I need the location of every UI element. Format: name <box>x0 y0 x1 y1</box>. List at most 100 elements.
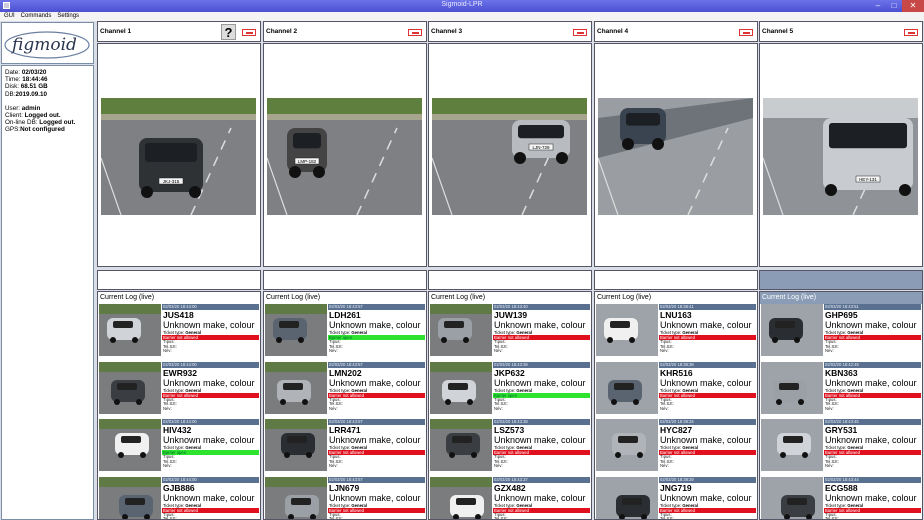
log-entry[interactable]: 02/03/20 18:38:34 HYC827 Unknown make, col… <box>596 419 756 474</box>
log-entry[interactable]: 02/03/20 18:44:00 GJB886 Unknown make, col… <box>99 476 259 519</box>
close-button[interactable]: ✕ <box>902 0 924 12</box>
entry-plate: GRY531 <box>825 425 858 435</box>
online-db-label: On-line DB: <box>5 119 38 127</box>
status-flag-icon <box>408 29 422 36</box>
log-entry[interactable]: 02/03/20 18:43:38 LSZ573 Unknown make, col… <box>430 419 590 474</box>
log-entry[interactable]: 02/03/20 18:43:39 JKP632 Unknown make, col… <box>430 361 590 417</box>
camera-view[interactable] <box>594 43 758 267</box>
vehicle-thumbnail <box>99 304 161 356</box>
entry-name-label: Név: <box>660 348 669 354</box>
channel-title: Channel 3 <box>431 28 463 35</box>
channel-header[interactable]: Channel 5 <box>759 21 923 42</box>
channel-status-bar[interactable] <box>263 270 427 290</box>
camera-view[interactable]: LJN-729 <box>428 43 592 267</box>
vehicle-thumbnail <box>596 476 658 519</box>
vehicle-thumbnail <box>596 361 658 414</box>
entry-name-label: Név: <box>163 348 172 354</box>
entry-name-label: Név: <box>660 463 669 469</box>
entry-plate: LNU163 <box>660 310 692 320</box>
entry-name-label: Név: <box>660 405 669 411</box>
log-entry[interactable]: 02/03/20 18:44:00 JUS418 Unknown make, col… <box>99 304 259 359</box>
entry-plate: GHP695 <box>825 310 858 320</box>
vehicle-thumbnail <box>99 476 161 519</box>
db-label: DB: <box>5 90 16 98</box>
log-entry[interactable]: 02/03/20 18:44:00 EWR932 Unknown make, col… <box>99 361 259 417</box>
log-entry[interactable]: 02/03/20 18:44:00 HIV432 Unknown make, col… <box>99 419 259 474</box>
camera-view[interactable]: JKJ-315 <box>97 43 261 267</box>
entry-plate: EWR932 <box>163 367 198 378</box>
channel-title: Channel 5 <box>762 28 794 35</box>
maximize-button[interactable]: □ <box>886 0 902 12</box>
vehicle-thumbnail <box>596 304 658 356</box>
entry-name-label: Név: <box>494 405 503 411</box>
log-entry[interactable]: 02/03/20 18:43:57 LRR471 Unknown make, col… <box>265 419 425 474</box>
help-icon[interactable]: ? <box>221 24 236 40</box>
client-value: Logged out. <box>24 112 61 120</box>
entry-name-label: Név: <box>825 405 834 411</box>
channel-header[interactable]: Channel 3 <box>428 21 592 42</box>
vehicle-thumbnail <box>99 361 161 414</box>
online-db-value: Logged out. <box>39 119 76 127</box>
vehicle-thumbnail <box>265 361 327 414</box>
menu-settings[interactable]: Settings <box>57 12 79 21</box>
channel-header[interactable]: Channel 1? <box>97 21 261 42</box>
minimize-button[interactable]: – <box>870 0 886 12</box>
entry-make: Unknown make, colour <box>329 435 421 445</box>
log-entry[interactable]: 02/03/20 18:38:29 JNG719 Unknown make, col… <box>596 476 756 519</box>
camera-image: HEY-131 <box>763 98 918 215</box>
log-entry[interactable]: 02/03/20 18:38:41 LNU163 Unknown make, col… <box>596 304 756 359</box>
sigmoid-logo: figmoid <box>1 22 94 64</box>
client-label: Client: <box>5 112 23 120</box>
log-entry[interactable]: 02/03/20 18:43:45 GRY531 Unknown make, col… <box>761 419 921 474</box>
channel-status-bar[interactable] <box>97 270 261 290</box>
vehicle-thumbnail <box>761 476 823 519</box>
entry-name-label: Név: <box>494 463 503 469</box>
vehicle-thumbnail <box>761 361 823 414</box>
channel-2: Channel 2 LMP-182 Current Log (live) 02/03/… <box>263 21 427 520</box>
channel-status-bar[interactable] <box>759 270 923 290</box>
log-entry[interactable]: 02/03/20 18:43:37 GZX482 Unknown make, col… <box>430 476 590 519</box>
channel-3: Channel 3 LJN-729 Current Log (live) 02/03/… <box>428 21 592 520</box>
log-entry[interactable]: 02/03/20 18:43:51 GHP695 Unknown make, col… <box>761 304 921 359</box>
log-title: Current Log (live) <box>264 292 426 304</box>
channel-status-bar[interactable] <box>428 270 592 290</box>
entry-plate: JKP632 <box>494 367 525 378</box>
log-entry[interactable]: 02/03/20 18:43:57 LMN202 Unknown make, col… <box>265 361 425 417</box>
channel-header[interactable]: Channel 2 <box>263 21 427 42</box>
log-entry[interactable]: 02/03/20 18:43:57 LDH261 Unknown make, col… <box>265 304 425 359</box>
log-entry[interactable]: 02/03/20 18:42:49 KBN363 Unknown make, col… <box>761 361 921 417</box>
channel-status-bar[interactable] <box>594 270 758 290</box>
menu-commands[interactable]: Commands <box>21 12 52 21</box>
entry-make: Unknown make, colour <box>329 320 421 330</box>
status-panel: Date: 02/03/20 Time: 18:44:46 Disk: 68.5… <box>1 65 94 520</box>
vehicle-thumbnail <box>430 419 492 471</box>
channel-title: Channel 1 <box>100 28 132 35</box>
channel-title: Channel 2 <box>266 28 298 35</box>
entry-make: Unknown make, colour <box>660 435 752 445</box>
camera-view[interactable]: LMP-182 <box>263 43 427 267</box>
log-entry[interactable]: 02/03/20 18:43:44 ECG588 Unknown make, col… <box>761 476 921 519</box>
entry-plate: LRR471 <box>329 425 361 435</box>
vehicle-thumbnail <box>596 419 658 471</box>
camera-view[interactable]: HEY-131 <box>759 43 923 267</box>
log-entry[interactable]: 02/03/20 18:43:57 LJN679 Unknown make, col… <box>265 476 425 519</box>
entry-plate: GJB886 <box>163 482 195 493</box>
channel-header[interactable]: Channel 4 <box>594 21 758 42</box>
entry-plate: HYC827 <box>660 425 693 435</box>
gps-label: GPS: <box>5 126 21 134</box>
entry-make: Unknown make, colour <box>494 377 586 388</box>
vehicle-thumbnail <box>761 419 823 471</box>
vehicle-thumbnail <box>99 419 161 471</box>
status-flag-icon <box>739 29 753 36</box>
current-log: Current Log (live) 02/03/20 18:43:57 LDH26… <box>263 291 427 520</box>
current-log: Current Log (live) 02/03/20 18:44:00 JUS41… <box>97 291 261 520</box>
menu-gui[interactable]: GUI <box>4 12 15 21</box>
vehicle-plate-label: LJN-729 <box>532 145 550 150</box>
entry-plate: JNG719 <box>660 482 692 493</box>
log-entry[interactable]: 02/03/20 18:43:40 JUW139 Unknown make, col… <box>430 304 590 359</box>
current-log: Current Log (live) 02/03/20 18:43:51 GHP69… <box>759 291 923 520</box>
entry-make: Unknown make, colour <box>163 320 255 330</box>
log-entry[interactable]: 02/03/20 18:38:38 KHR516 Unknown make, col… <box>596 361 756 417</box>
menu-bar: GUI Commands Settings <box>0 12 924 21</box>
current-log: Current Log (live) 02/03/20 18:38:41 LNU16… <box>594 291 758 520</box>
